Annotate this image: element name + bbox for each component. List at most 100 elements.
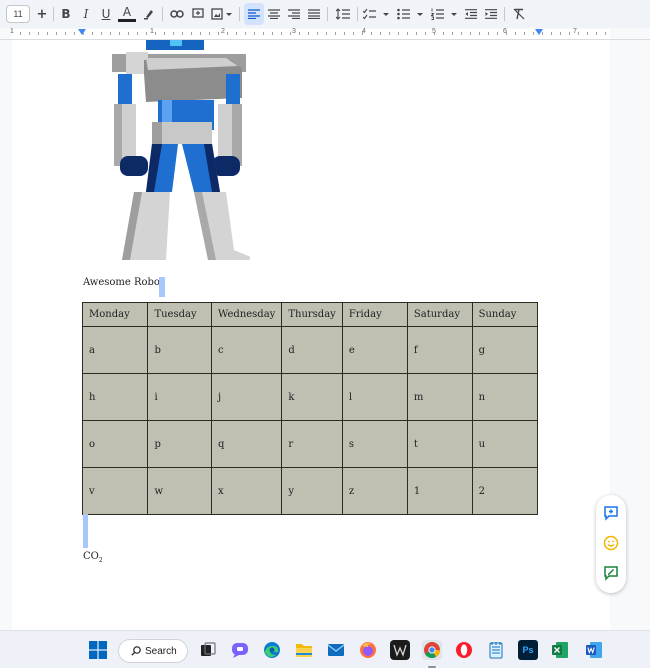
table-cell[interactable]: q xyxy=(211,420,283,468)
line-spacing-icon xyxy=(336,8,350,20)
taskbar-search-box[interactable]: Search xyxy=(118,639,188,663)
table-header-cell[interactable]: Wednesday xyxy=(211,302,283,327)
ruler-tick xyxy=(56,32,57,35)
insert-link-button[interactable] xyxy=(168,3,186,25)
ruler-tick xyxy=(398,32,399,35)
ruler-tick xyxy=(137,32,138,35)
table-cell[interactable]: e xyxy=(341,326,408,374)
table-cell[interactable]: v xyxy=(81,467,149,515)
table-cell[interactable]: r xyxy=(281,420,343,468)
line-spacing-button[interactable] xyxy=(333,3,353,25)
edge-button[interactable] xyxy=(262,640,282,660)
suggest-edits-button[interactable] xyxy=(602,564,620,582)
chemical-formula[interactable]: CO2 xyxy=(83,551,103,564)
word-button[interactable] xyxy=(584,640,604,660)
highlight-color-button[interactable] xyxy=(140,3,158,25)
excel-button[interactable] xyxy=(550,640,570,660)
table-header-cell[interactable]: Thursday xyxy=(281,302,343,327)
table-cell[interactable]: y xyxy=(281,467,343,515)
table-cell[interactable]: b xyxy=(147,326,213,374)
table-header-cell[interactable]: Tuesday xyxy=(147,302,213,327)
table-cell[interactable]: a xyxy=(81,326,149,374)
table-cell[interactable]: i xyxy=(147,373,213,421)
table-cell[interactable]: l xyxy=(341,373,408,421)
windows-start-button[interactable] xyxy=(88,640,108,660)
clear-formatting-button[interactable] xyxy=(510,3,528,25)
insert-image-button[interactable] xyxy=(209,3,235,25)
emoji-reaction-button[interactable] xyxy=(602,534,620,552)
insert-comment-button[interactable] xyxy=(189,3,207,25)
weekday-table[interactable]: Monday Tuesday Wednesday Thursday Friday… xyxy=(81,302,539,515)
table-cell[interactable]: z xyxy=(341,467,408,515)
ruler-tick xyxy=(47,32,48,35)
file-explorer-button[interactable] xyxy=(294,640,314,660)
justify-button[interactable] xyxy=(305,3,323,25)
table-header-cell[interactable]: Monday xyxy=(81,302,149,327)
firefox-button[interactable] xyxy=(358,640,378,660)
add-comment-button[interactable] xyxy=(602,504,620,522)
table-cell[interactable]: g xyxy=(471,326,539,374)
notepad-button[interactable] xyxy=(486,640,506,660)
photoshop-button[interactable]: Ps xyxy=(518,640,538,660)
firefox-icon xyxy=(360,642,376,658)
font-size-field[interactable]: 11 xyxy=(6,5,30,23)
table-cell[interactable]: m xyxy=(406,373,473,421)
numbered-list-button[interactable] xyxy=(430,3,460,25)
checklist-button[interactable] xyxy=(362,3,392,25)
align-center-button[interactable] xyxy=(265,3,283,25)
table-cell[interactable]: x xyxy=(211,467,283,515)
ruler-number: 3 xyxy=(292,28,296,35)
numbered-list-icon xyxy=(431,8,457,20)
table-cell[interactable]: o xyxy=(81,420,149,468)
horizontal-ruler[interactable]: 1 1 2 3 4 5 6 7 xyxy=(0,28,650,40)
ruler-tick xyxy=(560,32,561,35)
table-cell[interactable]: p xyxy=(147,420,213,468)
italic-button[interactable]: I xyxy=(78,3,94,25)
ruler-tick xyxy=(245,32,246,35)
table-header-cell[interactable]: Sunday xyxy=(471,302,539,327)
align-right-button[interactable] xyxy=(285,3,303,25)
decrease-indent-icon xyxy=(465,9,477,19)
ruler-tick xyxy=(38,32,39,35)
dark-app-button[interactable] xyxy=(390,640,410,660)
ruler-tick xyxy=(209,32,210,35)
decrease-indent-button[interactable] xyxy=(462,3,480,25)
table-cell[interactable]: j xyxy=(211,373,283,421)
task-view-button[interactable] xyxy=(198,640,218,660)
ruler-tick xyxy=(308,32,309,35)
table-cell[interactable]: n xyxy=(471,373,539,421)
increase-indent-button[interactable] xyxy=(482,3,500,25)
robot-image[interactable] xyxy=(108,40,250,262)
bulleted-list-button[interactable] xyxy=(396,3,426,25)
align-left-button[interactable] xyxy=(244,3,264,25)
table-cell[interactable]: t xyxy=(406,420,473,468)
table-header-cell[interactable]: Friday xyxy=(341,302,408,327)
task-view-icon xyxy=(201,642,216,656)
mail-button[interactable] xyxy=(326,640,346,660)
ruler-tick xyxy=(326,32,327,35)
opera-button[interactable] xyxy=(454,640,474,660)
table-cell[interactable]: u xyxy=(471,420,539,468)
text-color-button[interactable]: A xyxy=(118,4,136,22)
justify-icon xyxy=(308,9,320,19)
bold-button[interactable]: B xyxy=(58,3,74,25)
table-cell[interactable]: h xyxy=(81,373,149,421)
table-cell[interactable]: d xyxy=(281,326,343,374)
table-cell[interactable]: 1 xyxy=(406,467,473,515)
ruler-tick xyxy=(515,32,516,35)
table-cell[interactable]: 2 xyxy=(471,467,539,515)
table-cell[interactable]: w xyxy=(147,467,213,515)
table-cell[interactable]: f xyxy=(406,326,473,374)
chrome-button[interactable] xyxy=(422,640,442,660)
table-cell[interactable]: s xyxy=(341,420,408,468)
table-header-cell[interactable]: Saturday xyxy=(406,302,473,327)
ruler-tick xyxy=(605,32,606,35)
table-cell[interactable]: k xyxy=(281,373,343,421)
teams-chat-button[interactable] xyxy=(230,640,250,660)
image-caption[interactable]: Awesome Robot xyxy=(83,277,164,288)
increase-font-size-button[interactable]: + xyxy=(34,3,50,25)
ruler-tick xyxy=(317,32,318,35)
underline-button[interactable]: U xyxy=(98,3,114,25)
table-cell[interactable]: c xyxy=(211,326,283,374)
left-indent-marker[interactable] xyxy=(78,29,86,35)
